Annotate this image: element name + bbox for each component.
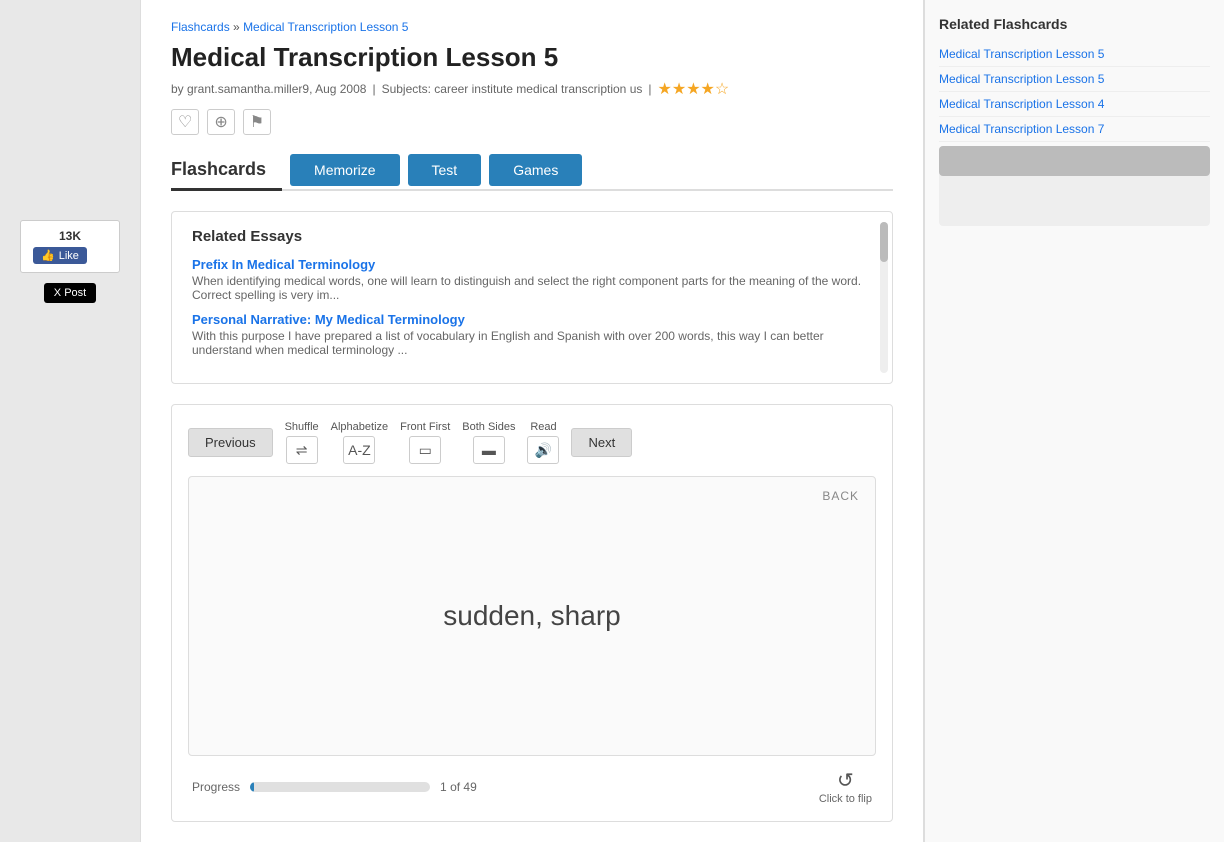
essays-scrollbar[interactable] [880, 222, 888, 373]
left-sidebar: 13K 👍 Like X Post [0, 0, 140, 842]
main-content: Flashcards » Medical Transcription Lesso… [140, 0, 924, 842]
meta-separator2: | [648, 82, 651, 96]
flashcard-card[interactable]: BACK sudden, sharp [188, 476, 876, 756]
alphabetize-label: Alphabetize [331, 421, 389, 433]
progress-bar [250, 782, 430, 792]
page-title: Medical Transcription Lesson 5 [171, 42, 893, 73]
fb-like-box: 13K 👍 Like [20, 220, 120, 273]
related-link-4[interactable]: Medical Transcription Lesson 7 [939, 117, 1210, 142]
related-flashcards-title: Related Flashcards [939, 16, 1210, 32]
flashcard-controls: Previous Shuffle ⇌ Alphabetize A-Z Front… [188, 421, 876, 464]
fb-like-label: Like [59, 250, 79, 262]
related-scroll-track[interactable] [939, 146, 1210, 226]
related-item-4: Medical Transcription Lesson 7 [939, 117, 1210, 142]
star-rating[interactable]: ★★★★☆ [658, 79, 730, 99]
related-link-2[interactable]: Medical Transcription Lesson 5 [939, 67, 1210, 92]
author-text: by grant.samantha.miller9, Aug 2008 [171, 82, 366, 96]
card-text: sudden, sharp [423, 580, 640, 652]
both-sides-label: Both Sides [462, 421, 515, 433]
subjects-text: Subjects: career institute medical trans… [382, 82, 643, 96]
tab-games[interactable]: Games [489, 154, 582, 186]
scroll-thumb [880, 222, 888, 262]
flip-section[interactable]: ↺ Click to flip [819, 768, 872, 805]
breadcrumb-home-link[interactable]: Flashcards [171, 20, 230, 34]
related-flashcards-list: Medical Transcription Lesson 5 Medical T… [939, 42, 1210, 226]
progress-total: 49 [463, 780, 476, 794]
both-sides-button[interactable]: ▬ [473, 436, 505, 464]
shuffle-button[interactable]: ⇌ [286, 436, 318, 464]
alphabetize-control: Alphabetize A-Z [331, 421, 389, 464]
front-first-control: Front First ▭ [400, 421, 450, 464]
tab-memorize[interactable]: Memorize [290, 154, 399, 186]
essay-item-1: Prefix In Medical Terminology When ident… [192, 257, 872, 302]
meta-info: by grant.samantha.miller9, Aug 2008 | Su… [171, 79, 893, 99]
front-first-label: Front First [400, 421, 450, 433]
flag-icon[interactable]: ⚑ [243, 109, 271, 135]
breadcrumb-separator: » [233, 20, 240, 34]
read-control: Read 🔊 [527, 421, 559, 464]
flashcard-area: Previous Shuffle ⇌ Alphabetize A-Z Front… [171, 404, 893, 822]
shuffle-label: Shuffle [285, 421, 319, 433]
progress-of: of [450, 780, 460, 794]
fb-thumb-icon: 👍 [41, 249, 55, 262]
progress-label: Progress [192, 780, 240, 794]
card-footer: Progress 1 of 49 ↺ Click to flip [188, 768, 876, 805]
fb-like-button[interactable]: 👍 Like [33, 247, 87, 264]
related-item-1: Medical Transcription Lesson 5 [939, 42, 1210, 67]
both-sides-control: Both Sides ▬ [462, 421, 515, 464]
flip-label: Click to flip [819, 793, 872, 805]
action-icons: ♡ ⊕ ⚑ [171, 109, 893, 135]
read-button[interactable]: 🔊 [527, 436, 559, 464]
progress-current: 1 [440, 780, 447, 794]
related-link-3[interactable]: Medical Transcription Lesson 4 [939, 92, 1210, 117]
essay-desc-1: When identifying medical words, one will… [192, 274, 872, 302]
previous-button[interactable]: Previous [188, 428, 273, 457]
progress-section: Progress 1 of 49 [192, 780, 477, 794]
next-button[interactable]: Next [571, 428, 632, 457]
related-item-3: Medical Transcription Lesson 4 [939, 92, 1210, 117]
right-sidebar: Related Flashcards Medical Transcription… [924, 0, 1224, 842]
related-link-1[interactable]: Medical Transcription Lesson 5 [939, 42, 1210, 67]
fb-count: 13K [33, 229, 107, 243]
breadcrumb-current-link[interactable]: Medical Transcription Lesson 5 [243, 20, 408, 34]
essay-link-2[interactable]: Personal Narrative: My Medical Terminolo… [192, 312, 465, 327]
breadcrumb: Flashcards » Medical Transcription Lesso… [171, 20, 893, 34]
essay-link-1[interactable]: Prefix In Medical Terminology [192, 257, 375, 272]
tab-flashcards[interactable]: Flashcards [171, 151, 282, 191]
front-first-button[interactable]: ▭ [409, 436, 441, 464]
essay-item-2: Personal Narrative: My Medical Terminolo… [192, 312, 872, 357]
card-back-label: BACK [822, 489, 859, 503]
scroll-track [880, 222, 888, 373]
related-scroll-thumb [939, 146, 1210, 176]
related-item-2: Medical Transcription Lesson 5 [939, 67, 1210, 92]
progress-bar-fill [250, 782, 254, 792]
add-icon[interactable]: ⊕ [207, 109, 234, 135]
heart-icon[interactable]: ♡ [171, 109, 199, 135]
progress-count: 1 of 49 [440, 780, 477, 794]
read-label: Read [530, 421, 556, 433]
tab-test[interactable]: Test [408, 154, 482, 186]
shuffle-control: Shuffle ⇌ [285, 421, 319, 464]
flip-icon: ↺ [837, 768, 854, 793]
essay-desc-2: With this purpose I have prepared a list… [192, 329, 872, 357]
tabs: Flashcards Memorize Test Games [171, 151, 893, 191]
related-essays-title: Related Essays [192, 228, 872, 245]
alphabetize-button[interactable]: A-Z [343, 436, 375, 464]
x-post-button[interactable]: X Post [44, 283, 96, 303]
meta-separator: | [372, 82, 375, 96]
related-essays-box: Related Essays Prefix In Medical Termino… [171, 211, 893, 384]
